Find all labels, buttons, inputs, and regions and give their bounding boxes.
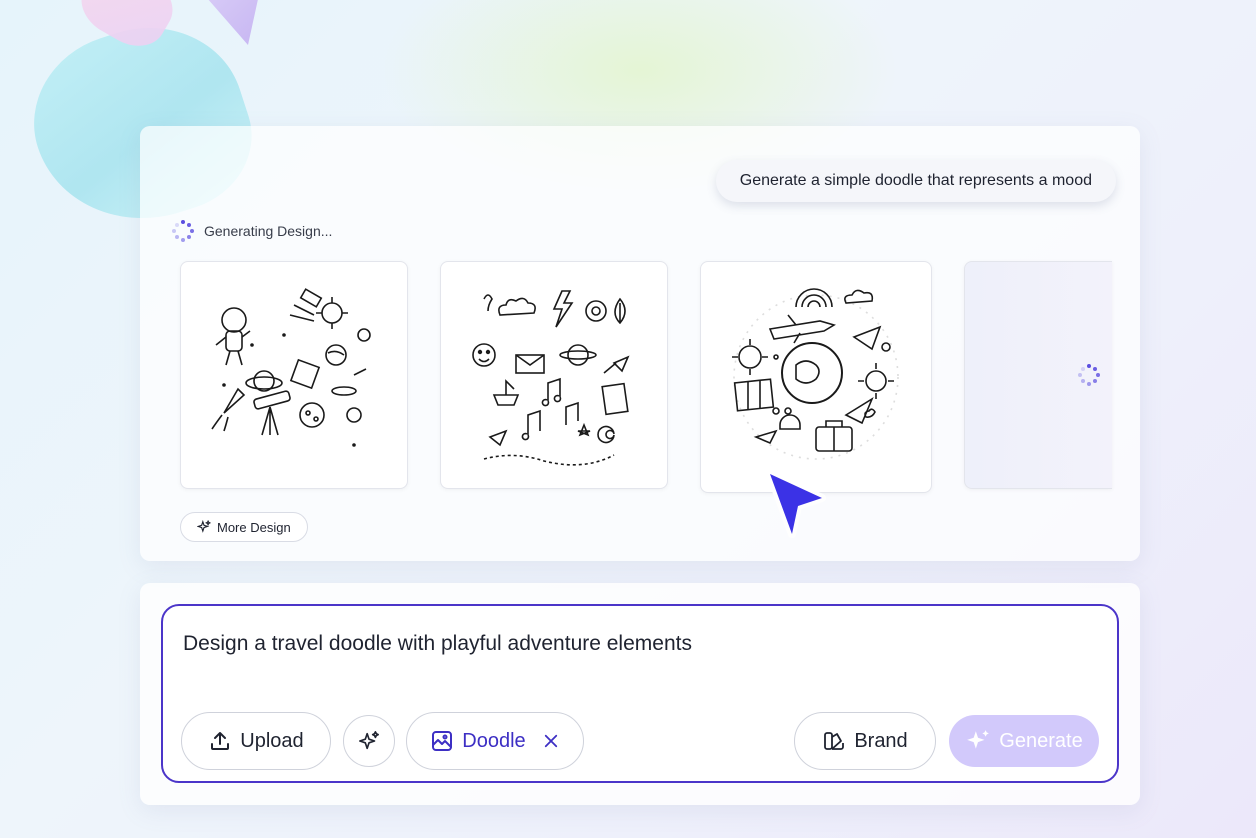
upload-icon xyxy=(211,732,230,750)
brand-button[interactable]: Brand xyxy=(794,712,936,770)
more-design-label: More Design xyxy=(217,519,291,535)
sparkle-icon xyxy=(967,730,990,749)
magic-enhance-button[interactable] xyxy=(343,715,395,767)
brand-label: Brand xyxy=(854,729,908,752)
results-panel: Generate a simple doodle that represents… xyxy=(140,126,1140,561)
style-chip-label: Doodle xyxy=(462,729,526,752)
user-prompt-bubble: Generate a simple doodle that represents… xyxy=(715,160,1116,202)
more-design-button[interactable]: More Design xyxy=(180,512,308,542)
spinner-icon xyxy=(172,220,194,242)
prompt-input[interactable]: Design a travel doodle with playful adve… xyxy=(183,632,692,656)
cursor-icon xyxy=(766,470,826,538)
close-icon[interactable] xyxy=(542,732,560,750)
travel-doodle-image xyxy=(732,288,899,460)
design-card-space[interactable] xyxy=(180,261,408,489)
user-prompt-text: Generate a simple doodle that represents… xyxy=(739,172,1092,189)
spinner-icon xyxy=(1077,364,1100,386)
mood-doodle-image xyxy=(472,290,630,466)
design-card-mood[interactable] xyxy=(440,261,668,489)
magic-icon xyxy=(359,731,379,750)
image-style-icon xyxy=(432,731,453,751)
prompt-composer[interactable]: Design a travel doodle with playful adve… xyxy=(161,604,1119,783)
design-gallery xyxy=(180,261,1112,493)
decorative-shape xyxy=(200,0,260,45)
space-doodle-image xyxy=(211,288,371,447)
generate-label: Generate xyxy=(999,729,1083,752)
generate-button[interactable]: Generate xyxy=(949,715,1099,767)
status-text: Generating Design... xyxy=(204,223,333,239)
generation-status: Generating Design... xyxy=(172,220,332,242)
upload-button[interactable]: Upload xyxy=(181,712,331,770)
style-chip-doodle[interactable]: Doodle xyxy=(406,712,584,770)
upload-label: Upload xyxy=(240,729,304,752)
decorative-shape xyxy=(70,0,184,58)
design-card-loading xyxy=(964,261,1112,489)
sparkle-icon xyxy=(197,520,211,533)
composer-container: Design a travel doodle with playful adve… xyxy=(140,583,1140,805)
design-card-travel[interactable] xyxy=(700,261,932,493)
brand-icon xyxy=(824,732,845,750)
